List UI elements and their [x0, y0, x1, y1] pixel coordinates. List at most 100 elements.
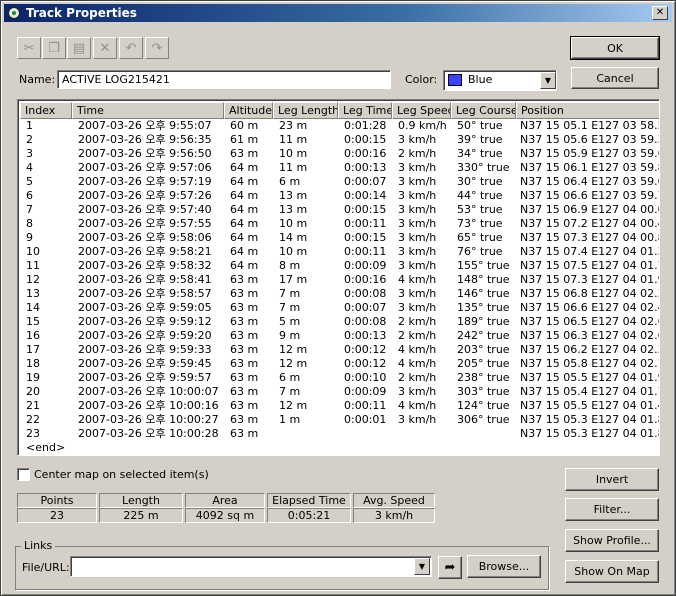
redo-icon[interactable]: ↷: [145, 37, 169, 59]
table-cell: 0:00:07: [344, 301, 387, 314]
table-cell: 63 m: [230, 385, 259, 398]
avg-speed-value: 3 km/h: [353, 508, 435, 523]
table-cell: 22: [26, 413, 40, 426]
table-cell: 17 m: [279, 273, 308, 286]
table-cell: 0:00:11: [344, 399, 387, 412]
table-row[interactable]: 18 2007-03-26 오후 9:59:45 63 m 12 m 0:00:12 4 …: [20, 357, 659, 371]
table-cell: 64 m: [230, 189, 259, 202]
ok-button[interactable]: OK: [570, 36, 660, 60]
table-cell: 2007-03-26 오후 10:00:16: [78, 399, 219, 412]
table-cell: 238° true: [457, 371, 510, 384]
table-cell: 50° true: [457, 119, 503, 132]
column-header[interactable]: Altitude: [224, 102, 273, 119]
table-cell: 0:00:09: [344, 385, 387, 398]
table-cell: 2007-03-26 오후 9:58:06: [78, 231, 212, 244]
center-map-checkbox[interactable]: [17, 468, 30, 481]
table-cell: 0:00:15: [344, 203, 387, 216]
table-cell: 13: [26, 287, 40, 300]
paste-icon[interactable]: ▤: [67, 37, 91, 59]
table-cell: 7 m: [279, 287, 301, 300]
table-cell: N37 15 06.6 E127 03 59.7: [520, 189, 660, 202]
column-header[interactable]: Time: [72, 102, 224, 119]
column-header[interactable]: Leg Course: [451, 102, 516, 119]
end-marker[interactable]: <end>: [20, 441, 659, 455]
cut-icon[interactable]: ✂: [17, 37, 41, 59]
avg-speed-label: Avg. Speed: [353, 493, 435, 508]
table-cell: 2007-03-26 오후 9:59:33: [78, 343, 212, 356]
table-row[interactable]: 23 2007-03-26 오후 10:00:28 63 m N37 15 05.3 …: [20, 427, 659, 441]
table-cell: 2007-03-26 오후 9:57:40: [78, 203, 212, 216]
table-row[interactable]: 7 2007-03-26 오후 9:57:40 64 m 13 m 0:00:15 3 k…: [20, 203, 659, 217]
name-input[interactable]: ACTIVE LOG215421: [57, 70, 391, 89]
table-cell: N37 15 07.3 E127 04 00.8: [520, 231, 660, 244]
browse-button[interactable]: Browse...: [467, 555, 541, 578]
table-cell: 12 m: [279, 357, 308, 370]
table-cell: 63 m: [230, 301, 259, 314]
title-bar: Track Properties ✕: [4, 4, 672, 22]
table-cell: 2: [26, 133, 33, 146]
table-row[interactable]: 9 2007-03-26 오후 9:58:06 64 m 14 m 0:00:15 3 k…: [20, 231, 660, 245]
column-header[interactable]: Leg Time: [338, 102, 392, 119]
trackpoint-list[interactable]: Index Time Altitude Leg Length Leg Time …: [17, 99, 660, 456]
table-row[interactable]: 4 2007-03-26 오후 9:57:06 64 m 11 m 0:00:13 3 k…: [20, 161, 660, 175]
table-cell: 242° true: [457, 329, 510, 342]
table-cell: 124° true: [457, 399, 510, 412]
table-cell: N37 15 07.2 E127 04 00.4: [520, 217, 660, 230]
table-cell: 0:00:13: [344, 161, 387, 174]
table-row[interactable]: 13 2007-03-26 오후 9:58:57 63 m 7 m 0:00:08 3 k…: [20, 287, 659, 301]
column-header[interactable]: Index: [20, 102, 72, 119]
show-profile-button[interactable]: Show Profile...: [565, 529, 659, 552]
cancel-button[interactable]: Cancel: [571, 67, 659, 89]
delete-icon[interactable]: ✕: [93, 37, 117, 59]
table-row[interactable]: 16 2007-03-26 오후 9:59:20 63 m 9 m 0:00:13 2 k…: [20, 329, 659, 343]
table-row[interactable]: 6 2007-03-26 오후 9:57:26 64 m 13 m 0:00:14 3 k…: [20, 189, 660, 203]
column-header[interactable]: Leg Length: [273, 102, 338, 119]
table-cell: 6 m: [279, 371, 301, 384]
file-url-input[interactable]: [70, 556, 432, 577]
table-cell: N37 15 06.2 E127 04 02.3: [520, 343, 660, 356]
table-cell: 0:00:11: [344, 217, 387, 230]
table-row[interactable]: 19 2007-03-26 오후 9:59:57 63 m 6 m 0:00:10 2 k…: [20, 371, 659, 385]
table-cell: 3 km/h: [398, 287, 437, 300]
table-row[interactable]: 8 2007-03-26 오후 9:57:55 64 m 10 m 0:00:11 3 k…: [20, 217, 660, 231]
chevron-down-icon[interactable]: ▼: [540, 72, 556, 89]
filter-button[interactable]: Filter...: [565, 498, 659, 521]
table-row[interactable]: 10 2007-03-26 오후 9:58:21 64 m 10 m 0:00:11 3 …: [20, 245, 659, 259]
center-map-label: Center map on selected item(s): [34, 468, 209, 481]
table-cell: 12 m: [279, 343, 308, 356]
table-cell: 0:00:08: [344, 287, 387, 300]
table-cell: 1 m: [279, 413, 301, 426]
table-row[interactable]: 5 2007-03-26 오후 9:57:19 64 m 6 m 0:00:07 3 km…: [20, 175, 659, 189]
table-cell: 4 km/h: [398, 399, 437, 412]
table-cell: 63 m: [230, 287, 259, 300]
table-row[interactable]: 17 2007-03-26 오후 9:59:33 63 m 12 m 0:00:12 4 …: [20, 343, 660, 357]
links-group-title: Links: [21, 539, 56, 552]
open-link-icon[interactable]: ➦: [438, 556, 462, 579]
column-header[interactable]: Position: [516, 102, 659, 119]
table-cell: N37 15 06.1 E127 03 59.8: [520, 161, 660, 174]
table-row[interactable]: 20 2007-03-26 오후 10:00:07 63 m 7 m 0:00:09 3 …: [20, 385, 660, 399]
table-cell: 2007-03-26 오후 9:58:41: [78, 273, 212, 286]
show-on-map-button[interactable]: Show On Map: [565, 560, 659, 583]
column-header[interactable]: Leg Speed: [392, 102, 451, 119]
table-row[interactable]: 2 2007-03-26 오후 9:56:35 61 m 11 m 0:00:15 3 k…: [20, 133, 659, 147]
table-row[interactable]: 22 2007-03-26 오후 10:00:27 63 m 1 m 0:00:01 3 …: [20, 413, 659, 427]
table-cell: 63 m: [230, 357, 259, 370]
undo-icon[interactable]: ↶: [119, 37, 143, 59]
table-cell: 2007-03-26 오후 9:58:57: [78, 287, 212, 300]
table-cell: 63 m: [230, 343, 259, 356]
table-cell: 10: [26, 245, 40, 258]
close-button[interactable]: ✕: [652, 6, 668, 20]
length-value: 225 m: [99, 508, 183, 523]
table-cell: N37 15 05.4 E127 04 01.7: [520, 385, 660, 398]
table-row[interactable]: 12 2007-03-26 오후 9:58:41 63 m 17 m 0:00:16 4 …: [20, 273, 659, 287]
table-row[interactable]: 14 2007-03-26 오후 9:59:05 63 m 7 m 0:00:07 3 k…: [20, 301, 659, 315]
table-row[interactable]: 3 2007-03-26 오후 9:56:50 63 m 10 m 0:00:16 2 k…: [20, 147, 659, 161]
table-row[interactable]: 11 2007-03-26 오후 9:58:32 64 m 8 m 0:00:09 3 k…: [20, 259, 659, 273]
table-row[interactable]: 21 2007-03-26 오후 10:00:16 63 m 12 m 0:00:11 4…: [20, 399, 659, 413]
table-row[interactable]: 1 2007-03-26 오후 9:55:07 60 m 23 m 0:01:28 0.9…: [20, 119, 659, 133]
invert-button[interactable]: Invert: [565, 468, 659, 491]
chevron-down-icon[interactable]: ▼: [414, 558, 430, 575]
table-row[interactable]: 15 2007-03-26 오후 9:59:12 63 m 5 m 0:00:08 2 k…: [20, 315, 659, 329]
copy-icon[interactable]: ❐: [42, 37, 66, 59]
